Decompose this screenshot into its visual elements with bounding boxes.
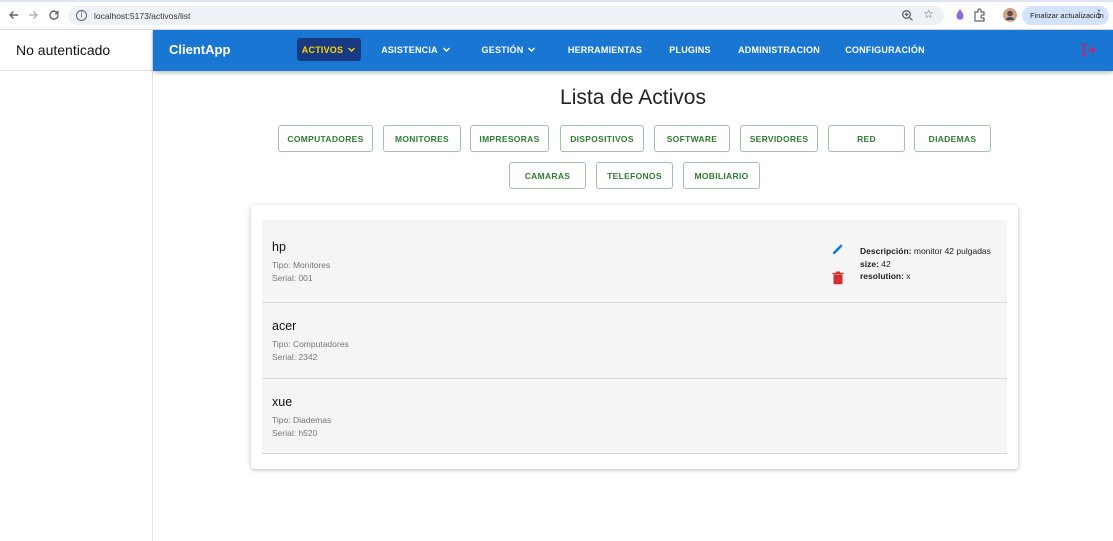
menu-plugins-label: PLUGINS	[669, 44, 711, 55]
forward-icon[interactable]	[22, 4, 44, 26]
url-text: localhost:5173/activos/list	[94, 10, 191, 21]
asset-name: hp	[272, 240, 286, 254]
category-monitores-button[interactable]: MONITORES	[383, 125, 461, 152]
chevron-down-icon	[528, 47, 536, 52]
menu-asistencia[interactable]: ASISTENCIA	[379, 38, 453, 61]
asset-type: Tipo: Computadores	[272, 339, 349, 349]
extension-drop-icon[interactable]	[952, 7, 968, 23]
menu-plugins[interactable]: PLUGINS	[665, 38, 715, 61]
detail-value: 42	[881, 258, 891, 269]
category-mobiliario-button[interactable]: MOBILIARIO	[683, 162, 760, 189]
asset-serial: Serial: 001	[272, 273, 313, 283]
address-bar[interactable]: i localhost:5173/activos/list ☆	[68, 6, 944, 25]
category-computadores-button[interactable]: COMPUTADORES	[278, 125, 373, 152]
category-telefonos-button[interactable]: TELEFONOS	[596, 162, 673, 189]
detail-key: size:	[860, 258, 879, 269]
site-info-icon[interactable]: i	[76, 10, 87, 21]
menu-configuracion[interactable]: CONFIGURACIÓN	[843, 38, 927, 61]
menu-herramientas-label: HERRAMIENTAS	[567, 44, 643, 55]
asset-details: Descripción: monitor 42 pulgadas size: 4…	[860, 245, 991, 283]
left-panel: No autenticado	[0, 30, 153, 541]
profile-avatar-icon[interactable]	[1002, 7, 1018, 23]
category-servidores-button[interactable]: SERVIDORES	[740, 125, 818, 152]
tab-strip-edge	[0, 0, 1113, 2]
menu-gestion-label: GESTIÓN	[481, 44, 524, 55]
brand-title[interactable]: ClientApp	[169, 42, 230, 57]
category-dispositivos-button[interactable]: DISPOSITIVOS	[560, 125, 644, 152]
detail-row: size: 42	[860, 258, 991, 271]
menu-activos-label: ACTIVOS	[301, 44, 344, 55]
menu-administracion[interactable]: ADMINISTRACION	[733, 38, 825, 61]
auth-status: No autenticado	[0, 30, 152, 71]
menu-configuracion-label: CONFIGURACIÓN	[845, 44, 925, 55]
asset-list-item[interactable]: xue Tipo: Diademas Serial: h520	[262, 379, 1007, 454]
app-bar: ClientApp ACTIVOS ASISTENCIA GESTIÓN HER…	[153, 30, 1113, 71]
asset-list-item[interactable]: acer Tipo: Computadores Serial: 2342	[262, 303, 1007, 379]
edit-pencil-icon[interactable]	[831, 242, 845, 256]
extensions-puzzle-icon[interactable]	[972, 7, 988, 23]
asset-list-item[interactable]: hp Tipo: Monitores Serial: 001 Descripci…	[262, 220, 1007, 303]
more-menu-icon[interactable]: ⋮	[1094, 9, 1104, 21]
asset-type: Tipo: Diademas	[272, 415, 332, 425]
detail-row: Descripción: monitor 42 pulgadas	[860, 245, 991, 258]
menu-asistencia-label: ASISTENCIA	[381, 44, 438, 55]
asset-type: Tipo: Monitores	[272, 260, 331, 270]
category-impresoras-button[interactable]: IMPRESORAS	[470, 125, 549, 152]
asset-list-card: hp Tipo: Monitores Serial: 001 Descripci…	[251, 205, 1018, 469]
menu-gestion[interactable]: GESTIÓN	[479, 38, 539, 61]
detail-row: resolution: x	[860, 270, 991, 283]
bookmark-star-icon[interactable]: ☆	[923, 7, 934, 21]
category-camaras-button[interactable]: CAMARAS	[509, 162, 586, 189]
logout-icon[interactable]	[1081, 42, 1097, 58]
menu-activos[interactable]: ACTIVOS	[297, 38, 361, 61]
browser-toolbar: i localhost:5173/activos/list ☆ Finaliza…	[0, 0, 1113, 30]
chevron-down-icon	[348, 47, 356, 52]
category-software-button[interactable]: SOFTWARE	[654, 125, 730, 152]
menu-administracion-label: ADMINISTRACION	[738, 44, 820, 55]
asset-name: acer	[272, 319, 297, 333]
chevron-down-icon	[442, 47, 450, 52]
zoom-icon[interactable]	[901, 9, 914, 22]
asset-serial: Serial: h520	[272, 428, 318, 438]
update-button[interactable]: Finalizar actualización ⋮	[1022, 6, 1109, 25]
category-red-button[interactable]: RED	[828, 125, 905, 152]
asset-name: xue	[272, 395, 293, 409]
delete-trash-icon[interactable]	[832, 271, 844, 285]
page-title: Lista de Activos	[560, 86, 706, 109]
category-diademas-button[interactable]: DIADEMAS	[914, 125, 991, 152]
menu-herramientas[interactable]: HERRAMIENTAS	[563, 38, 647, 61]
detail-value: monitor 42 pulgadas	[913, 246, 991, 256]
asset-serial: Serial: 2342	[272, 352, 318, 362]
reload-icon[interactable]	[43, 4, 65, 26]
detail-key: resolution:	[860, 271, 904, 281]
detail-key: Descripción:	[860, 246, 912, 256]
update-button-label: Finalizar actualización	[1030, 11, 1104, 20]
detail-value: x	[906, 271, 911, 281]
